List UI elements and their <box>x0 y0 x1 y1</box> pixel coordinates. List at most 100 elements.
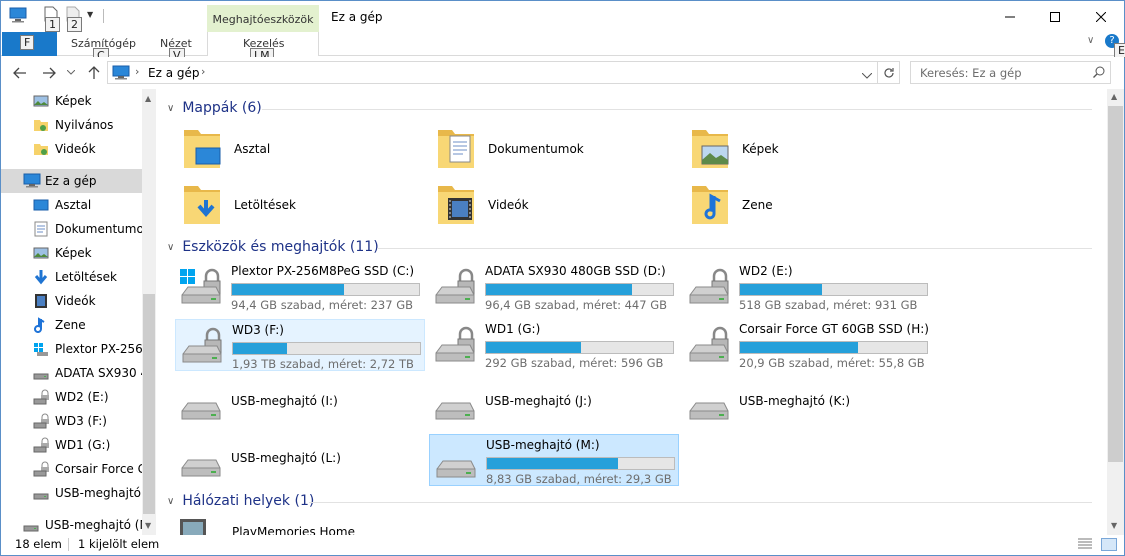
nav-item[interactable]: Plextor PX-256M <box>1 337 142 361</box>
nav-item-label: Nyilvános <box>55 118 114 132</box>
drive-tile[interactable]: ADATA SX930 480GB SSD (D:) 96,4 GB szabad… <box>429 261 679 313</box>
folder-label: Képek <box>742 142 779 156</box>
drive-tile[interactable]: Plextor PX-256M8PeG SSD (C:) 94,4 GB szab… <box>175 261 425 313</box>
breadcrumb-this-pc[interactable]: Ez a gép <box>148 66 199 80</box>
content-scroll-thumb[interactable] <box>1108 106 1123 462</box>
scroll-up-icon[interactable]: ▲ <box>1111 92 1117 101</box>
usb-drive-icon <box>432 383 476 426</box>
close-button[interactable] <box>1078 1 1124 32</box>
drive-usage-bar <box>739 283 928 296</box>
drive-tile[interactable]: USB-meghajtó (M:) 8,83 GB szabad, méret: … <box>429 434 679 486</box>
keytip-1: 1 <box>45 17 60 32</box>
nav-item[interactable]: Képek <box>1 89 142 113</box>
address-row: › Ez a gép › Keresés: Ez a gép <box>1 57 1124 89</box>
group-folders-header[interactable]: ∨ Mappák (6) <box>167 100 1092 116</box>
collapse-chevron-icon[interactable]: ∨ <box>167 496 174 507</box>
file-tab[interactable]: F <box>2 32 57 56</box>
nav-item[interactable]: WD1 (G:) <box>1 433 142 457</box>
group-network-header[interactable]: ∨ Hálózati helyek (1) <box>167 493 1092 509</box>
nav-item-label: Videók <box>55 294 96 308</box>
file-keytip: F <box>20 35 35 50</box>
drive-tile[interactable]: USB-meghajtó (K:) <box>683 377 933 429</box>
nav-item[interactable]: Zene <box>1 313 142 337</box>
nav-item[interactable]: ADATA SX930 48 <box>1 361 142 385</box>
drive-name: USB-meghajtó (K:) <box>739 394 851 408</box>
computer-icon[interactable] <box>9 7 27 26</box>
address-dropdown-icon[interactable] <box>861 68 873 82</box>
refresh-button[interactable] <box>878 61 900 84</box>
search-input[interactable]: Keresés: Ez a gép <box>910 61 1111 84</box>
content-view: ∨ Mappák (6) Asztal Dokumentumok Képek L… <box>157 89 1107 535</box>
window-title: Ez a gép <box>331 10 383 24</box>
drive-tile[interactable]: USB-meghajtó (J:) <box>429 377 679 429</box>
drive-usage-fill <box>740 342 858 353</box>
drive-usage-bar <box>485 341 674 354</box>
scroll-down-icon[interactable]: ▼ <box>1111 521 1117 530</box>
nav-item[interactable]: USB-meghajtó (I <box>1 481 142 505</box>
desktop-folder-icon <box>182 126 222 173</box>
address-bar[interactable]: › Ez a gép › <box>107 61 878 84</box>
nav-item[interactable]: Nyilvános <box>1 113 142 137</box>
folder-label: Letöltések <box>234 198 296 212</box>
drive-name: USB-meghajtó (I:) <box>231 394 338 408</box>
search-icon[interactable] <box>1093 66 1105 81</box>
group-divider <box>377 248 1092 249</box>
nav-item[interactable]: Videók <box>1 137 142 161</box>
expand-ribbon-icon[interactable]: ∨ <box>1087 35 1094 46</box>
navigation-pane: Képek Nyilvános Videók Ez a gép Asztal Dokume… <box>1 89 156 535</box>
breadcrumb-chevron-icon[interactable]: › <box>201 65 205 78</box>
breadcrumb-separator-icon[interactable]: › <box>135 65 139 78</box>
nav-scrollbar[interactable]: ▲ ▼ <box>142 89 156 535</box>
nav-item-label: USB-meghajtó (I <box>55 486 142 500</box>
folder-tile[interactable]: Videók <box>431 178 681 230</box>
nav-item[interactable]: Dokumentumok <box>1 217 142 241</box>
drive-usage-fill <box>487 458 618 469</box>
drive-tile[interactable]: WD3 (F:) 1,93 TB szabad, méret: 2,72 TB <box>175 319 425 371</box>
folder-tile[interactable]: Zene <box>685 178 935 230</box>
nav-scroll-thumb[interactable] <box>143 294 155 514</box>
forward-button[interactable] <box>38 62 60 84</box>
content-scrollbar[interactable]: ▲ ▼ <box>1107 89 1124 535</box>
minimize-button[interactable] <box>987 1 1033 32</box>
drive-tile[interactable]: USB-meghajtó (I:) <box>175 377 425 429</box>
scroll-up-icon[interactable]: ▲ <box>145 94 151 103</box>
recent-locations-button[interactable] <box>64 62 78 84</box>
scroll-down-icon[interactable]: ▼ <box>145 521 151 530</box>
usb-drive-icon <box>33 485 49 501</box>
drive-tile[interactable]: Corsair Force GT 60GB SSD (H:) 20,9 GB sz… <box>683 319 933 371</box>
selection-count: 1 kijelölt elem <box>78 537 160 551</box>
nav-item[interactable]: Videók <box>1 289 142 313</box>
folder-tile[interactable]: Dokumentumok <box>431 122 681 174</box>
nav-item-label: ADATA SX930 48 <box>55 366 142 380</box>
back-button[interactable] <box>9 62 31 84</box>
drive-usage-bar <box>739 341 928 354</box>
collapse-chevron-icon[interactable]: ∨ <box>167 103 174 114</box>
drive-tile[interactable]: USB-meghajtó (L:) <box>175 434 425 486</box>
folder-tile[interactable]: Asztal <box>177 122 427 174</box>
nav-item-label: Zene <box>55 318 86 332</box>
drive-tile[interactable]: WD2 (E:) 518 GB szabad, méret: 931 GB <box>683 261 933 313</box>
nav-item[interactable]: WD2 (E:) <box>1 385 142 409</box>
nav-item[interactable]: Képek <box>1 241 142 265</box>
group-divider <box>309 502 1092 503</box>
maximize-button[interactable] <box>1032 1 1078 32</box>
nav-item[interactable]: Letöltések <box>1 265 142 289</box>
nav-item[interactable]: Asztal <box>1 193 142 217</box>
customize-qa-icon[interactable]: ▼ <box>87 10 93 19</box>
music-icon <box>33 317 49 333</box>
network-item[interactable]: PlayMemories Home <box>178 519 428 535</box>
folder-tile[interactable]: Letöltések <box>177 178 427 230</box>
folder-tile[interactable]: Képek <box>685 122 935 174</box>
this-pc-icon <box>112 65 130 83</box>
nav-item[interactable]: Ez a gép <box>1 169 142 193</box>
nav-item[interactable]: USB-meghajtó (M <box>1 513 142 535</box>
drive-usage-bar <box>485 283 674 296</box>
nav-item[interactable]: Corsair Force GT <box>1 457 142 481</box>
details-view-icon[interactable] <box>1078 538 1092 553</box>
group-devices-header[interactable]: ∨ Eszközök és meghajtók (11) <box>167 239 1092 255</box>
collapse-chevron-icon[interactable]: ∨ <box>167 242 174 253</box>
large-icons-view-icon[interactable] <box>1101 538 1117 551</box>
nav-item[interactable]: WD3 (F:) <box>1 409 142 433</box>
drive-tile[interactable]: WD1 (G:) 292 GB szabad, méret: 596 GB <box>429 319 679 371</box>
up-button[interactable] <box>83 62 105 84</box>
